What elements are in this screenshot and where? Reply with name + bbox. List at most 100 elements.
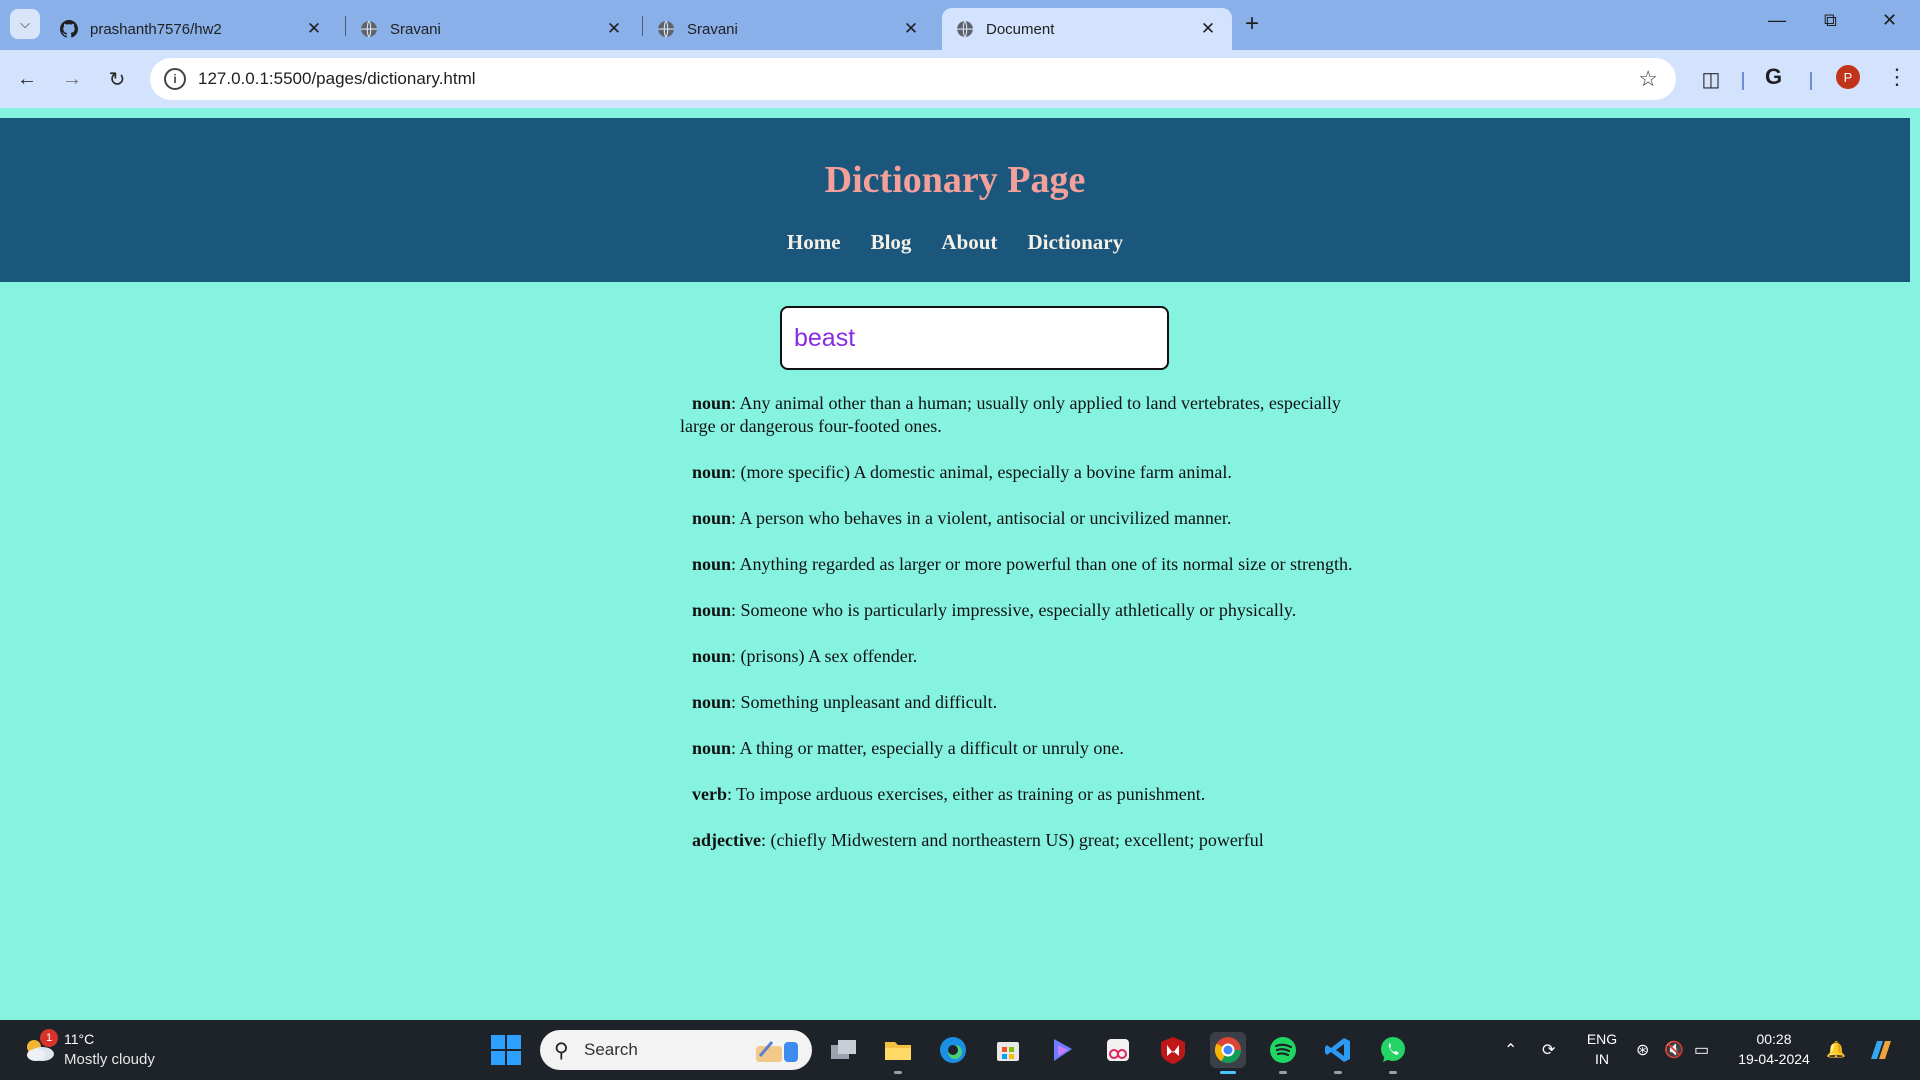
definition-item: noun: Anything regarded as larger or mor… <box>680 553 1380 576</box>
clock-time[interactable]: 00:28 <box>1734 1031 1814 1047</box>
close-icon[interactable]: ✕ <box>901 19 921 39</box>
profile-avatar[interactable]: P <box>1836 65 1860 89</box>
more-menu-icon[interactable]: ⋮ <box>1886 64 1908 90</box>
forward-button[interactable]: → <box>57 64 87 94</box>
chrome-icon[interactable] <box>1210 1032 1246 1074</box>
tab-title: Document <box>986 20 1055 38</box>
google-icon[interactable]: G <box>1765 64 1782 90</box>
word-search-input[interactable] <box>780 306 1169 370</box>
chevron-down-icon: ⌵ <box>20 16 30 31</box>
definition-text: : Someone who is particularly impressive… <box>731 600 1297 620</box>
definition-item: adjective: (chiefly Midwestern and north… <box>680 829 1380 852</box>
reload-icon: ↻ <box>108 68 126 91</box>
definition-item: noun: A thing or matter, especially a di… <box>680 737 1380 760</box>
notification-bell-icon[interactable]: 🔔 <box>1826 1040 1846 1060</box>
tab-sravani-2[interactable]: Sravani ✕ <box>643 8 935 50</box>
part-of-speech: noun <box>692 508 732 528</box>
site-header: Dictionary Page Home Blog About Dictiona… <box>0 118 1910 282</box>
weather-temperature[interactable]: 11°C <box>64 1031 94 1047</box>
windows-start-icon[interactable] <box>491 1035 521 1065</box>
minimize-icon: — <box>1768 10 1786 30</box>
whatsapp-icon[interactable] <box>1375 1032 1411 1074</box>
site-nav: Home Blog About Dictionary <box>0 230 1910 255</box>
definitions-list: noun: Any animal other than a human; usu… <box>680 392 1380 875</box>
toolbar-separator <box>1810 72 1812 90</box>
wifi-icon[interactable]: ⊛ <box>1636 1040 1649 1060</box>
language-indicator-top[interactable]: ENG <box>1584 1031 1620 1047</box>
part-of-speech: noun <box>692 393 732 413</box>
mcafee-icon[interactable] <box>1155 1032 1191 1068</box>
tab-title: Sravani <box>687 20 738 38</box>
minimize-button[interactable]: — <box>1768 10 1786 31</box>
definition-text: : A thing or matter, especially a diffic… <box>731 738 1124 758</box>
part-of-speech: noun <box>692 738 732 758</box>
definition-item: noun: (more specific) A domestic animal,… <box>680 461 1380 484</box>
edge-icon[interactable] <box>935 1032 971 1068</box>
taskbar-search-label: Search <box>584 1040 638 1059</box>
tab-title: Sravani <box>390 20 441 38</box>
nav-link-dictionary[interactable]: Dictionary <box>1027 230 1123 255</box>
definition-text: : Any animal other than a human; usually… <box>680 393 1341 436</box>
toolbar-separator <box>1742 72 1744 90</box>
spotify-icon[interactable] <box>1265 1032 1301 1074</box>
page-content: Dictionary Page Home Blog About Dictiona… <box>0 108 1920 1020</box>
restore-button[interactable]: ⧉ <box>1824 10 1837 31</box>
show-hidden-icons-icon[interactable]: ⌃ <box>1504 1040 1517 1060</box>
nav-link-about[interactable]: About <box>941 230 997 255</box>
part-of-speech: noun <box>692 462 732 482</box>
page-top-strip <box>0 108 1920 118</box>
extensions-button[interactable]: ◫ <box>1696 64 1726 94</box>
vscode-icon[interactable] <box>1320 1032 1356 1074</box>
task-view-icon[interactable] <box>826 1032 862 1068</box>
tab-document[interactable]: Document ✕ <box>942 8 1232 50</box>
browser-toolbar: ← → ↻ i 127.0.0.1:5500/pages/dictionary.… <box>0 50 1920 108</box>
globe-icon <box>957 20 973 38</box>
battery-icon[interactable]: ▭ <box>1694 1040 1709 1060</box>
back-button[interactable]: ← <box>12 64 42 94</box>
nav-link-blog[interactable]: Blog <box>871 230 912 255</box>
arrow-left-icon: ← <box>17 67 37 90</box>
nav-link-home[interactable]: Home <box>787 230 841 255</box>
file-explorer-icon[interactable] <box>880 1032 916 1074</box>
part-of-speech: noun <box>692 646 732 666</box>
part-of-speech: noun <box>692 692 732 712</box>
new-tab-button[interactable]: + <box>1245 12 1259 36</box>
bookmark-star-icon[interactable]: ☆ <box>1638 66 1658 92</box>
tab-search-button[interactable]: ⌵ <box>10 9 40 39</box>
address-bar[interactable]: i 127.0.0.1:5500/pages/dictionary.html ☆ <box>150 58 1676 100</box>
definition-item: verb: To impose arduous exercises, eithe… <box>680 783 1380 806</box>
volume-muted-icon[interactable]: 🔇 <box>1664 1040 1684 1060</box>
reload-button[interactable]: ↻ <box>102 64 132 94</box>
site-info-icon[interactable]: i <box>164 68 186 90</box>
definition-item: noun: Any animal other than a human; usu… <box>680 392 1380 438</box>
taskbar-search[interactable]: ⚲ Search <box>540 1030 812 1070</box>
close-icon[interactable]: ✕ <box>1198 19 1218 39</box>
definition-text: : Something unpleasant and difficult. <box>731 692 998 712</box>
browser-tabstrip: ⌵ prashanth7576/hw2 ✕ Sravani ✕ Sravani … <box>0 0 1920 50</box>
close-window-button[interactable]: ✕ <box>1882 10 1897 31</box>
part-of-speech: noun <box>692 554 732 574</box>
definition-item: noun: Someone who is particularly impres… <box>680 599 1380 622</box>
close-icon[interactable]: ✕ <box>604 19 624 39</box>
sync-icon[interactable]: ⟳ <box>1542 1040 1555 1060</box>
clock-date[interactable]: 19-04-2024 <box>1734 1051 1814 1067</box>
plus-icon: + <box>1245 10 1260 37</box>
arrow-right-icon: → <box>62 67 82 90</box>
close-icon[interactable]: ✕ <box>304 19 324 39</box>
definition-text: : To impose arduous exercises, either as… <box>727 784 1206 804</box>
search-highlight-icon <box>756 1041 798 1062</box>
restore-icon: ⧉ <box>1824 10 1837 30</box>
tab-github[interactable]: prashanth7576/hw2 ✕ <box>46 8 338 50</box>
microsoft-store-icon[interactable] <box>990 1032 1026 1068</box>
weather-description[interactable]: Mostly cloudy <box>64 1051 155 1068</box>
copilot-icon[interactable] <box>1045 1032 1081 1068</box>
language-indicator-bottom[interactable]: IN <box>1584 1051 1620 1067</box>
tab-sravani-1[interactable]: Sravani ✕ <box>346 8 638 50</box>
tab-title: prashanth7576/hw2 <box>90 20 222 38</box>
definition-item: noun: (prisons) A sex offender. <box>680 645 1380 668</box>
definition-item: noun: Something unpleasant and difficult… <box>680 691 1380 714</box>
snipping-tool-icon[interactable] <box>1100 1032 1136 1068</box>
definition-text: : A person who behaves in a violent, ant… <box>731 508 1232 528</box>
part-of-speech: noun <box>692 600 732 620</box>
copilot-preview-icon[interactable] <box>1862 1032 1898 1068</box>
